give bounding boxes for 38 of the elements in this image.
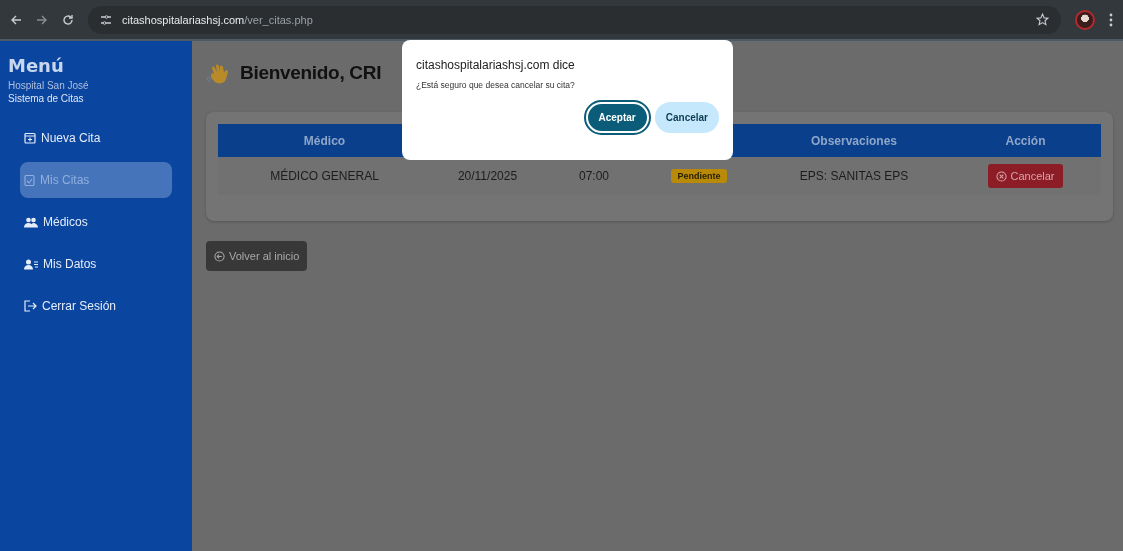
- column-header: Acción: [1004, 132, 1047, 150]
- table-cell-text: MÉDICO GENERAL: [269, 167, 380, 185]
- cancel-appointment-button[interactable]: Cancelar: [988, 164, 1063, 188]
- more-menu-icon[interactable]: [1109, 12, 1113, 27]
- table-cell-text: 07:00: [578, 168, 610, 185]
- logout-icon: [24, 300, 37, 312]
- back-arrow-icon[interactable]: [10, 13, 22, 26]
- bookmark-star-icon[interactable]: [1036, 13, 1049, 26]
- dialog-title: citashospitalariashsj.com dice: [416, 58, 576, 72]
- table-cell-text: EPS: SANITAS EPS: [798, 168, 910, 185]
- reload-icon[interactable]: [62, 13, 74, 26]
- person-icon: [24, 258, 38, 270]
- cancel-button[interactable]: Cancelar: [654, 102, 719, 133]
- hospital-name: Hospital San José: [8, 80, 90, 91]
- clipboard-icon: [24, 174, 35, 186]
- url-text: citashospitalariashsj.com/ver_citas.php: [122, 13, 314, 26]
- dialog-message: ¿Está seguro que desea cancelar su cita?: [416, 80, 576, 90]
- site-settings-icon[interactable]: [100, 14, 112, 25]
- status-badge: Pendiente: [671, 169, 727, 183]
- calendar-icon: [24, 132, 36, 144]
- sidebar-title: Menú: [8, 55, 65, 76]
- column-header: Observaciones: [809, 132, 898, 150]
- welcome-heading: Bienvenido, CRI: [240, 62, 382, 84]
- sidebar-item[interactable]: Mis Datos: [20, 246, 172, 282]
- people-icon: [24, 216, 38, 228]
- forward-arrow-icon[interactable]: [36, 13, 48, 26]
- sidebar-item[interactable]: Nueva Cita: [20, 120, 172, 156]
- system-name: Sistema de Citas: [8, 93, 85, 104]
- sidebar-item[interactable]: Médicos: [20, 204, 172, 240]
- profile-avatar[interactable]: [1075, 9, 1095, 30]
- accept-button[interactable]: Aceptar: [585, 102, 649, 133]
- table-cell-text: 20/11/2025: [456, 168, 519, 185]
- address-bar[interactable]: citashospitalariashsj.com/ver_citas.php: [88, 5, 1061, 34]
- column-header: Médico: [302, 132, 347, 150]
- back-home-button[interactable]: Volver al inicio: [206, 241, 308, 271]
- x-circle-icon: [996, 170, 1008, 182]
- sidebar-item[interactable]: Cerrar Sesión: [20, 288, 172, 324]
- arrow-left-circle-icon: [214, 250, 225, 262]
